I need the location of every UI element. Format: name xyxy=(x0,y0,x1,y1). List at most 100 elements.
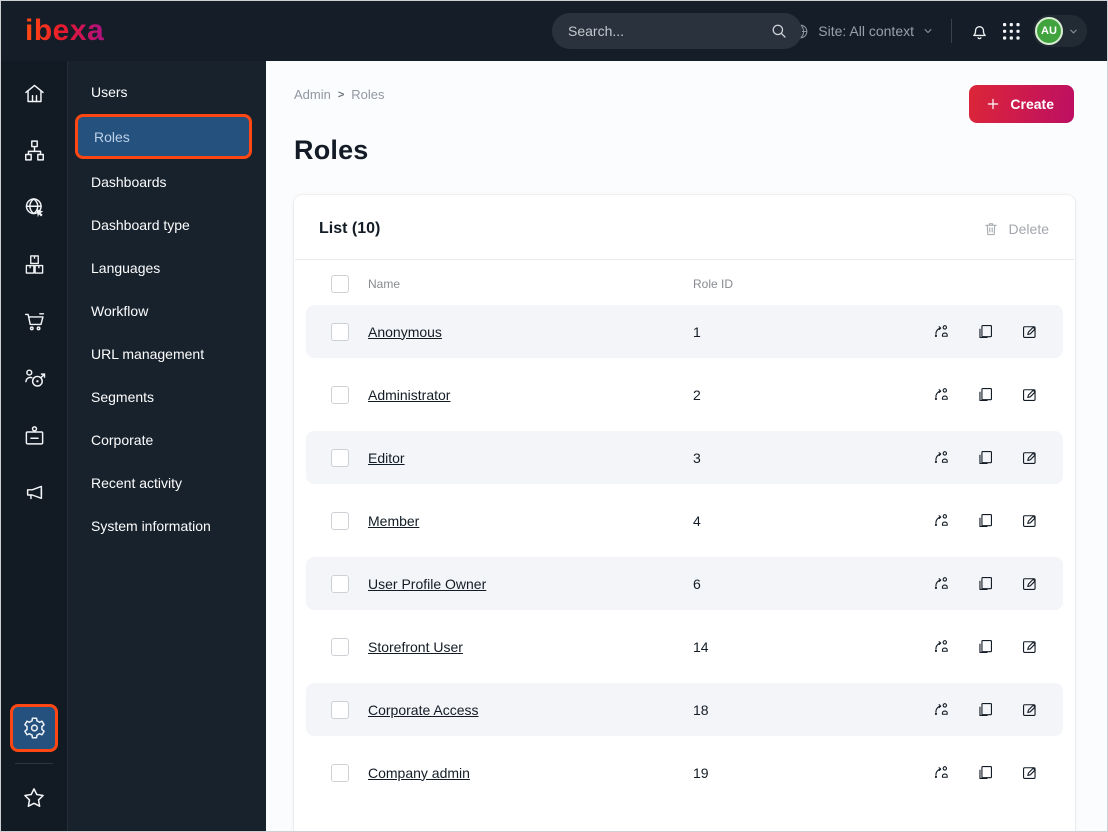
marketing-megaphone-icon[interactable] xyxy=(1,464,67,521)
role-name-link[interactable]: Anonymous xyxy=(368,324,693,340)
role-name-link[interactable]: Member xyxy=(368,513,693,529)
sidebar-item-label: Users xyxy=(91,83,128,100)
role-name-link[interactable]: User Profile Owner xyxy=(368,576,693,592)
home-icon[interactable] xyxy=(1,65,67,122)
sidebar-item-label: Dashboards xyxy=(91,173,167,190)
site-globe-icon[interactable] xyxy=(1,179,67,236)
role-name-link[interactable]: Company admin xyxy=(368,765,693,781)
favorites-star-icon[interactable] xyxy=(21,775,47,821)
role-name-link[interactable]: Corporate Access xyxy=(368,702,693,718)
table-row: User Profile Owner 6 xyxy=(306,557,1063,610)
sidebar-item[interactable]: Languages xyxy=(68,246,266,289)
global-search[interactable] xyxy=(552,13,802,49)
search-input[interactable] xyxy=(568,23,770,39)
role-name-link[interactable]: Storefront User xyxy=(368,639,693,655)
product-catalog-icon[interactable] xyxy=(1,236,67,293)
copy-icon[interactable] xyxy=(976,322,995,341)
edit-icon[interactable] xyxy=(1020,448,1039,467)
role-name-link[interactable]: Editor xyxy=(368,450,693,466)
edit-icon[interactable] xyxy=(1020,763,1039,782)
user-menu[interactable]: AU xyxy=(1033,15,1087,47)
copy-icon[interactable] xyxy=(976,763,995,782)
row-checkbox[interactable] xyxy=(331,700,349,719)
sidebar-item[interactable]: Users xyxy=(68,70,266,113)
role-id-value: 3 xyxy=(693,449,701,466)
sidebar-item[interactable]: System information xyxy=(68,504,266,547)
settings-gear-icon[interactable] xyxy=(10,704,58,752)
content-tree-icon[interactable] xyxy=(1,122,67,179)
copy-icon[interactable] xyxy=(976,385,995,404)
plus-icon xyxy=(985,96,1001,112)
copy-icon[interactable] xyxy=(976,700,995,719)
row-actions xyxy=(932,322,1039,341)
select-all-checkbox[interactable] xyxy=(331,275,349,293)
edit-icon[interactable] xyxy=(1020,637,1039,656)
table-row: Anonymous 1 xyxy=(306,305,1063,358)
sidebar-item[interactable]: Recent activity xyxy=(68,461,266,504)
breadcrumb-separator: > xyxy=(337,88,345,101)
list-count-title: List (10) xyxy=(319,220,381,237)
sidebar-item[interactable]: Corporate xyxy=(68,418,266,461)
sidebar-item[interactable]: Segments xyxy=(68,375,266,418)
create-button[interactable]: Create xyxy=(969,85,1074,123)
commerce-cart-icon[interactable] xyxy=(1,293,67,350)
copy-icon[interactable] xyxy=(976,574,995,593)
delete-button[interactable]: Delete xyxy=(982,220,1049,238)
row-checkbox[interactable] xyxy=(331,511,349,530)
main-content: Admin > Roles Create Roles List (10) Del… xyxy=(266,61,1107,831)
column-header-role-id: Role ID xyxy=(693,277,734,291)
sidebar-item[interactable]: Dashboard type xyxy=(68,203,266,246)
row-checkbox[interactable] xyxy=(331,763,349,782)
notifications-bell-icon[interactable] xyxy=(969,21,990,42)
sidebar-item[interactable]: Dashboards xyxy=(68,160,266,203)
personalization-target-icon[interactable] xyxy=(1,350,67,407)
sidebar-item[interactable]: URL management xyxy=(68,332,266,375)
table-row: Storefront User 14 xyxy=(306,620,1063,673)
row-actions xyxy=(932,763,1039,782)
table-row: Company admin 19 xyxy=(306,746,1063,799)
breadcrumb: Admin > Roles xyxy=(294,87,1075,102)
row-checkbox[interactable] xyxy=(331,448,349,467)
delete-button-label: Delete xyxy=(1008,221,1049,237)
table-row: Corporate Access 18 xyxy=(306,683,1063,736)
sidebar-item[interactable]: Workflow xyxy=(68,289,266,332)
chevron-down-icon xyxy=(922,25,934,37)
assign-user-icon[interactable] xyxy=(932,637,951,656)
sidebar-item[interactable]: Roles xyxy=(75,114,252,159)
role-name-link[interactable]: Administrator xyxy=(368,387,693,403)
edit-icon[interactable] xyxy=(1020,511,1039,530)
assign-user-icon[interactable] xyxy=(932,322,951,341)
site-context-selector[interactable]: Site: All context xyxy=(791,22,934,41)
sidebar-item-label: System information xyxy=(91,517,211,534)
copy-icon[interactable] xyxy=(976,448,995,467)
row-checkbox[interactable] xyxy=(331,322,349,341)
chevron-down-icon xyxy=(1068,26,1079,37)
edit-icon[interactable] xyxy=(1020,322,1039,341)
row-checkbox[interactable] xyxy=(331,574,349,593)
table-header-row: Name Role ID xyxy=(294,260,1075,305)
corporate-badge-icon[interactable] xyxy=(1,407,67,464)
app-grid-icon[interactable] xyxy=(1003,22,1020,40)
row-checkbox[interactable] xyxy=(331,637,349,656)
edit-icon[interactable] xyxy=(1020,385,1039,404)
copy-icon[interactable] xyxy=(976,511,995,530)
copy-icon[interactable] xyxy=(976,637,995,656)
sidebar-item-label: URL management xyxy=(91,345,205,362)
edit-icon[interactable] xyxy=(1020,574,1039,593)
edit-icon[interactable] xyxy=(1020,700,1039,719)
assign-user-icon[interactable] xyxy=(932,574,951,593)
assign-user-icon[interactable] xyxy=(932,700,951,719)
row-checkbox[interactable] xyxy=(331,385,349,404)
avatar[interactable]: AU xyxy=(1035,17,1063,45)
sidebar-item-label: Languages xyxy=(91,259,161,276)
breadcrumb-admin[interactable]: Admin xyxy=(294,87,331,102)
assign-user-icon[interactable] xyxy=(932,385,951,404)
assign-user-icon[interactable] xyxy=(932,763,951,782)
sidebar-item-label: Dashboard type xyxy=(91,216,190,233)
assign-user-icon[interactable] xyxy=(932,511,951,530)
search-icon[interactable] xyxy=(770,22,788,40)
assign-user-icon[interactable] xyxy=(932,448,951,467)
sidebar-item-label: Segments xyxy=(91,388,155,405)
row-actions xyxy=(932,637,1039,656)
ibexa-logo[interactable]: ibexa xyxy=(25,16,104,46)
